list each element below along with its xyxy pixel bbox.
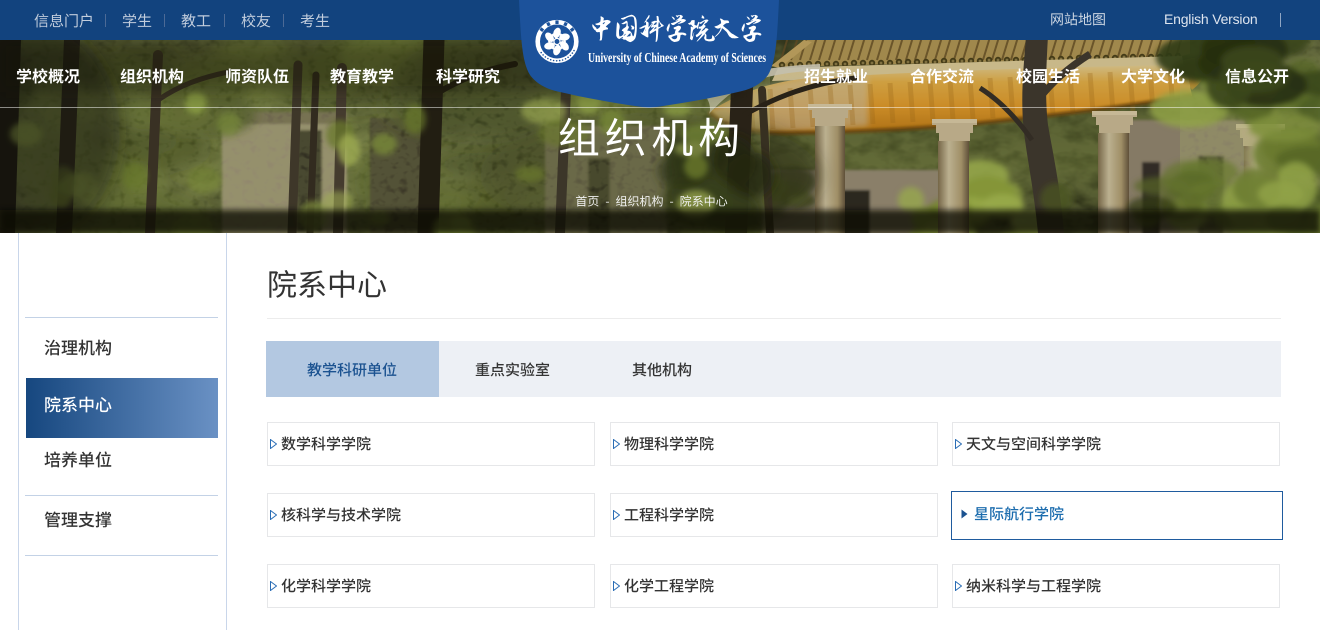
svg-text:University of Chinese Academy: University of Chinese Academy of Science… (588, 50, 766, 65)
